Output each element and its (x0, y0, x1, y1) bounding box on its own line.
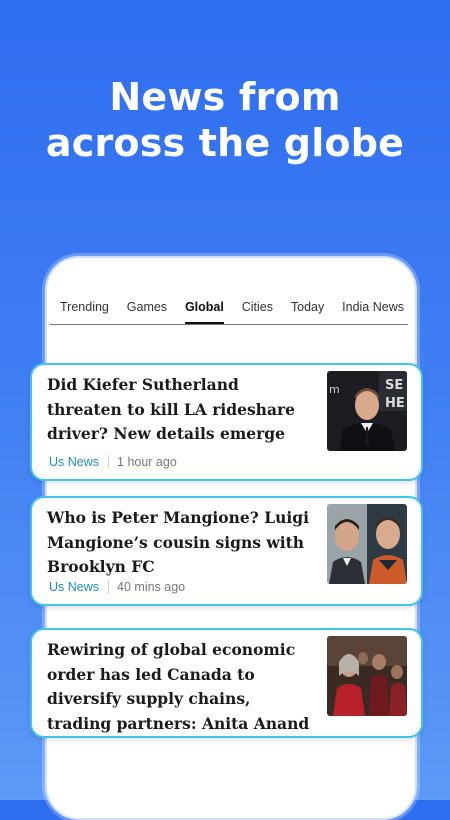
news-headline[interactable]: Rewiring of global economic order has le… (47, 638, 315, 736)
news-card[interactable]: Who is Peter Mangione? Luigi Mangione’s … (30, 496, 423, 606)
news-card[interactable]: Did Kiefer Sutherland threaten to kill L… (30, 363, 423, 481)
news-thumbnail[interactable]: SE HE m (327, 371, 407, 451)
category-label[interactable]: Us News (49, 455, 99, 469)
svg-text:m: m (329, 383, 340, 396)
svg-text:HE: HE (385, 396, 405, 411)
news-photo (327, 504, 407, 584)
news-photo: SE HE m (327, 371, 407, 451)
tab-global[interactable]: Global (184, 294, 224, 324)
hero-title: News from across the globe (0, 74, 450, 166)
timestamp: 40 mins ago (117, 580, 186, 594)
meta-divider (108, 455, 110, 469)
news-card[interactable]: Rewiring of global economic order has le… (30, 628, 423, 738)
tab-trending[interactable]: Trending (60, 294, 109, 318)
news-headline[interactable]: Who is Peter Mangione? Luigi Mangione’s … (47, 506, 315, 580)
timestamp: 1 hour ago (117, 455, 177, 469)
tab-games[interactable]: Games (127, 294, 167, 318)
hero-line-2: across the globe (45, 121, 405, 165)
category-tabs: Trending Games Global Cities Today India… (50, 294, 408, 325)
news-thumbnail[interactable] (327, 504, 407, 584)
news-meta: Us News 1 hour ago (49, 455, 177, 469)
hero-line-1: News from (109, 75, 341, 119)
meta-divider (108, 580, 110, 594)
news-headline[interactable]: Did Kiefer Sutherland threaten to kill L… (47, 373, 315, 447)
news-photo (327, 636, 407, 716)
category-label[interactable]: Us News (49, 580, 99, 594)
news-meta: Us News 40 mins ago (49, 580, 185, 594)
tab-today[interactable]: Today (291, 294, 324, 318)
tab-india-news[interactable]: India News (342, 294, 404, 318)
news-thumbnail[interactable] (327, 636, 407, 716)
tab-cities[interactable]: Cities (242, 294, 273, 318)
svg-text:SE: SE (385, 378, 403, 393)
